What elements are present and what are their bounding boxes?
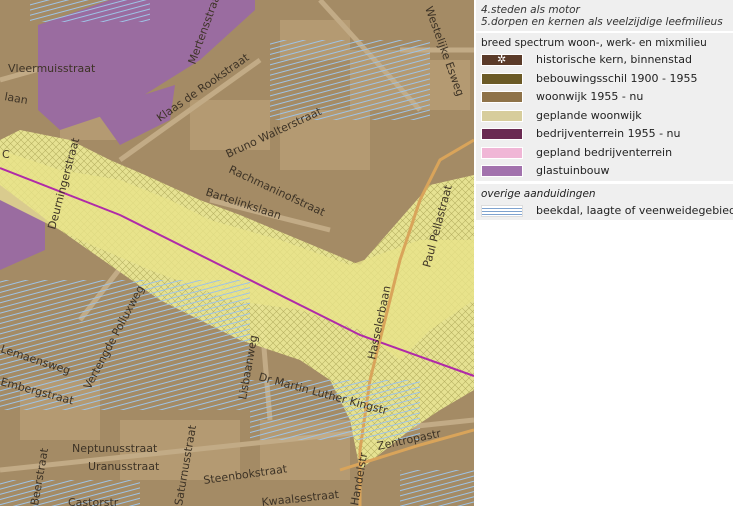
legend-item: bebouwingsschil 1900 - 1955 (476, 70, 733, 89)
legend-item: woonwijk 1955 - nu (476, 88, 733, 107)
legend-header-2: 5.dorpen en kernen als veelzijdige leefm… (481, 16, 723, 28)
legend-swatch (481, 165, 523, 177)
legend-swatch: ✲ (481, 53, 523, 66)
legend-swatch (481, 109, 523, 122)
map-view[interactable]: Vleermuisstraat Klaas de Rookstraat Mert… (0, 0, 474, 506)
legend-label: beekdal, laagte of veenweidegebied (536, 203, 733, 217)
star-icon: ✲ (497, 53, 507, 66)
legend-header-1: 4.steden als motor (481, 4, 580, 16)
legend-label: bebouwingsschil 1900 - 1955 (536, 71, 698, 85)
street-label: Neptunusstraat (72, 442, 158, 455)
legend-label: geplande woonwijk (536, 108, 642, 122)
legend-label: historische kern, binnenstad (536, 53, 692, 66)
legend-swatch (481, 204, 523, 217)
legend-panel: 4.steden als motor 5.dorpen en kernen al… (476, 0, 733, 506)
legend-swatch (481, 146, 523, 159)
legend-item: ✲ historische kern, binnenstad (476, 51, 733, 70)
legend-item: beekdal, laagte of veenweidegebied (476, 202, 733, 221)
street-label: Uranusstraat (88, 460, 160, 473)
legend-item: bedrijventerrein 1955 - nu (476, 125, 733, 144)
legend-swatch (481, 72, 523, 85)
legend-swatch (481, 128, 523, 140)
legend-item: geplande woonwijk (476, 107, 733, 126)
legend-label: bedrijventerrein 1955 - nu (536, 127, 681, 140)
street-label: Vleermuisstraat (8, 62, 96, 75)
legend-other-title: overige aanduidingen (481, 187, 596, 200)
legend-label: glastuinbouw (536, 164, 610, 177)
legend-label: gepland bedrijventerrein (536, 145, 673, 159)
legend-section-title: breed spectrum woon-, werk- en mixmilieu (481, 37, 707, 49)
legend-label: woonwijk 1955 - nu (536, 90, 644, 103)
legend-items: ✲ historische kern, binnenstad bebouwingss… (476, 51, 733, 181)
map-canvas[interactable]: Vleermuisstraat Klaas de Rookstraat Mert… (0, 0, 474, 506)
street-label: Castorstr (68, 496, 119, 506)
legend-item: glastuinbouw (476, 162, 733, 181)
legend-swatch (481, 91, 523, 103)
street-label: C (2, 148, 10, 161)
legend-other-items: beekdal, laagte of veenweidegebied (476, 202, 733, 221)
legend-item: gepland bedrijventerrein (476, 144, 733, 163)
